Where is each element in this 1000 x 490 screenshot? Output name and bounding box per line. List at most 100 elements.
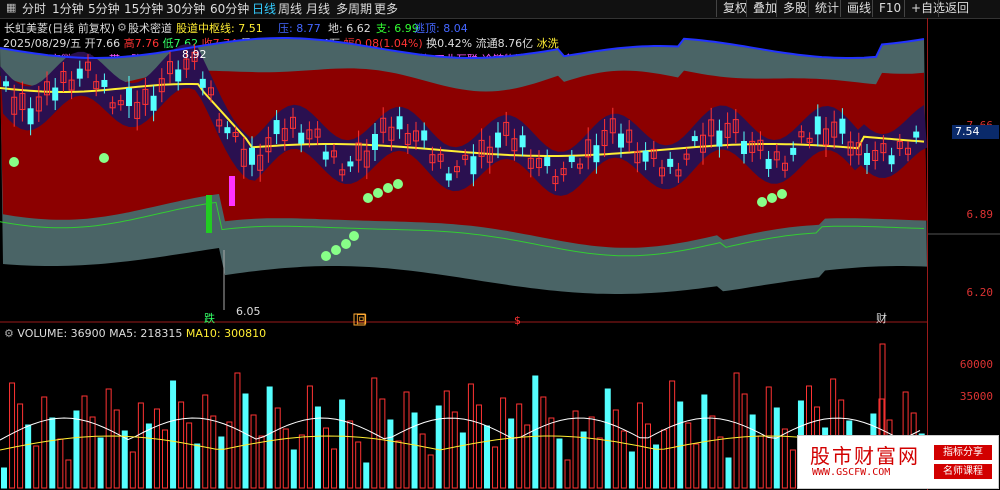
volume-bar	[266, 386, 273, 489]
last-price-tag: 7.54	[952, 125, 999, 139]
volume-bar	[363, 462, 370, 489]
volume-bar	[282, 428, 289, 489]
volume-bar	[556, 438, 563, 489]
volume-bar	[685, 422, 692, 489]
volume-bar	[347, 420, 354, 489]
volume-bar	[395, 440, 402, 489]
volume-bar	[741, 393, 748, 489]
candle	[593, 145, 600, 163]
candle	[322, 151, 329, 160]
volume-bar	[789, 449, 796, 489]
volume-bar	[218, 436, 225, 489]
volume-bar	[781, 428, 788, 489]
candle	[298, 132, 305, 144]
watermark-url: WWW.GSCFW.COM	[812, 467, 891, 478]
volume-bar	[508, 418, 515, 489]
volume-bar	[129, 451, 136, 489]
volume-settings-icon[interactable]: ⚙	[4, 327, 14, 340]
report-marker: 财	[876, 311, 887, 325]
volume-bar	[443, 390, 450, 489]
volume-bar	[170, 380, 177, 489]
candle	[470, 156, 477, 175]
candle	[741, 141, 747, 155]
course-button[interactable]: 名师课程	[934, 464, 992, 479]
event-box-label: 回	[356, 313, 367, 326]
volume-bar	[137, 402, 144, 489]
volume-bar	[186, 422, 193, 489]
candle	[347, 161, 354, 167]
buy-marker	[349, 231, 359, 241]
volume-bar	[105, 388, 112, 489]
volume-bar	[588, 416, 595, 489]
volume-bar	[492, 446, 499, 489]
candle	[790, 147, 797, 155]
volume-bar	[202, 394, 209, 489]
volume-bar	[677, 401, 684, 489]
buy-marker	[9, 157, 19, 167]
candle	[888, 155, 895, 165]
volume-bar	[564, 459, 571, 489]
volume-bar	[500, 397, 507, 489]
volume-bar	[717, 436, 724, 489]
candle	[544, 157, 551, 167]
candle	[101, 79, 108, 87]
candle	[372, 133, 378, 150]
volume-bar	[548, 417, 555, 489]
buy-marker	[321, 251, 331, 261]
volume-bar	[387, 419, 394, 489]
volume-bar	[73, 410, 80, 489]
volume-bar	[9, 382, 16, 489]
candle	[765, 158, 772, 169]
volume-bar	[757, 435, 764, 489]
volume-bar	[81, 395, 88, 489]
buy-marker	[373, 188, 383, 198]
volume-bar	[250, 414, 257, 489]
volume-bar	[725, 457, 732, 489]
candle	[273, 120, 280, 135]
volume-bar	[733, 372, 740, 489]
share-button[interactable]: 指标分享	[934, 445, 992, 460]
candle	[52, 87, 59, 101]
volume-bar	[355, 441, 362, 489]
volume-bar	[596, 437, 603, 489]
volume-bar	[403, 391, 410, 489]
volume-bar	[145, 423, 152, 489]
volume-header: ⚙ VOLUME: 36900 MA5: 218315 MA10: 300810	[4, 327, 267, 340]
volume-bar	[97, 437, 104, 489]
volume-bar	[379, 398, 386, 489]
volume-bar	[580, 431, 587, 489]
volume-bar	[258, 435, 265, 489]
kline-chart: 8.92 6.05 跌 财 $ 回	[0, 37, 1000, 489]
candle	[27, 108, 34, 125]
volume-bar	[242, 393, 249, 489]
volume-bar	[653, 444, 660, 489]
volume-bar	[773, 407, 780, 489]
volume-bar	[427, 454, 434, 489]
candle	[519, 135, 526, 148]
buy-marker	[331, 245, 341, 255]
high-annotation: 8.92	[182, 48, 207, 61]
buy-marker	[757, 197, 767, 207]
candle	[691, 136, 698, 142]
volume-bar	[226, 421, 233, 489]
volume-bar	[645, 423, 651, 489]
volume-bar	[25, 424, 32, 489]
candle	[642, 150, 649, 162]
volume-bar	[65, 459, 72, 489]
candle	[175, 69, 182, 82]
vol-axis-label: 60000	[959, 358, 993, 371]
volume-bar	[612, 409, 619, 489]
volume-bar	[628, 451, 635, 489]
volume-bar	[709, 415, 716, 489]
volume-bar	[459, 432, 466, 489]
candle	[495, 132, 501, 148]
volume-bar	[113, 409, 120, 489]
volume-bar	[572, 410, 579, 489]
candle	[913, 131, 920, 138]
volume-bar	[57, 438, 64, 489]
candle	[224, 127, 231, 134]
buy-marker	[777, 189, 787, 199]
volume-bar	[1, 467, 7, 489]
volume-bar	[475, 404, 482, 489]
buy-marker	[393, 179, 403, 189]
